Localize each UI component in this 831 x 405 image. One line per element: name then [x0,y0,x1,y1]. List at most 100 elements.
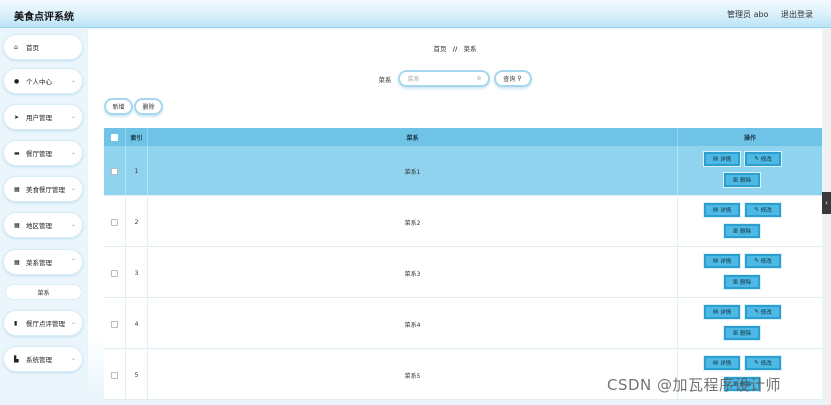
sidebar-item-label: 美食餐厅管理 [26,186,65,194]
trash-icon: ▥ [732,177,739,183]
edit-button[interactable]: ✎ 修改 [745,356,781,370]
sidebar-item-system-management[interactable]: ▙ 系统管理 ⌄ [3,346,83,372]
row-checkbox[interactable] [111,320,118,328]
document-icon: ▤ [712,258,719,264]
table-row[interactable]: 2 菜系2 ▤ 详情 ✎ 修改 ▥ 删除 [104,197,822,247]
detail-label: 详情 [720,259,732,265]
delete-label: 删除 [740,331,752,337]
vertical-scrollbar[interactable] [824,29,831,405]
grid-icon: ▦ [14,258,20,266]
query-button[interactable]: 查询 ⚲ [493,70,532,87]
search-placeholder: 菜系 [407,76,420,83]
add-label: 新增 [112,104,125,111]
query-label: 查询 [503,76,516,83]
chevron-down-icon: ⌄ [70,77,76,84]
home-icon: ⌂ [14,43,18,51]
sidebar-item-cuisine-management[interactable]: ▦ 菜系管理 ⌃ [3,249,83,275]
header-actions: 操作 [743,134,756,142]
row-checkbox[interactable] [111,371,118,379]
pencil-icon: ✎ [754,360,759,366]
trash-icon: ▥ [732,228,739,234]
delete-button[interactable]: ▥ 删除 [724,326,760,340]
header-index: 索引 [126,128,148,146]
clear-icon[interactable]: ⊗ [476,75,481,82]
detail-button[interactable]: ▤ 详情 [704,254,740,268]
sidebar-item-label: 菜系管理 [26,259,52,267]
detail-button[interactable]: ▤ 详情 [704,305,740,319]
search-row: 菜系 菜系 ⊗ 查询 ⚲ [88,70,822,87]
search-input[interactable]: 菜系 ⊗ [397,70,490,87]
detail-button[interactable]: ▤ 详情 [704,356,740,370]
table-row[interactable]: 1 菜系1 ▤ 详情 ✎ 修改 ▥ 删除 [104,146,822,196]
edit-button[interactable]: ✎ 修改 [745,152,781,166]
delete-button[interactable]: ▥ 删除 [724,173,760,187]
table-row[interactable]: 4 菜系4 ▤ 详情 ✎ 修改 ▥ 删除 [104,299,822,349]
row-index: 4 [126,299,148,349]
row-select-cell [104,146,126,196]
edit-button[interactable]: ✎ 修改 [745,305,781,319]
add-button[interactable]: 新增 [104,98,133,115]
sidebar-item-home[interactable]: ⌂ 首页 [3,34,83,60]
pencil-icon: ✎ [754,309,759,315]
edit-label: 修改 [760,157,772,163]
row-name: 菜系1 [148,146,678,196]
pencil-icon: ✎ [754,207,759,213]
row-checkbox[interactable] [111,269,118,277]
row-index: 1 [126,146,148,196]
chevron-down-icon: ⌄ [70,113,76,120]
detail-button[interactable]: ▤ 详情 [704,152,740,166]
sidebar-item-user-management[interactable]: ➤ 用户管理 ⌄ [3,104,83,130]
delete-label: 删除 [740,229,752,235]
sidebar-item-personal-center[interactable]: ● 个人中心 ⌄ [3,68,83,94]
sidebar: ⌂ 首页 ● 个人中心 ⌄ ➤ 用户管理 ⌄ ▬ 餐厅管理 ⌄ ▦ 美食餐厅管理… [0,29,86,405]
breadcrumb-home[interactable]: 首页 [434,45,447,53]
search-icon: ⚲ [517,75,522,82]
sidebar-item-label: 餐厅管理 [26,150,52,158]
row-checkbox[interactable] [111,167,118,175]
row-name: 菜系2 [148,197,678,247]
breadcrumb-separator: // [452,45,458,53]
detail-label: 详情 [720,361,732,367]
row-name: 菜系4 [148,299,678,349]
pencil-icon: ✎ [754,156,759,162]
delete-button[interactable]: ▥ 删除 [724,224,760,238]
chevron-down-icon: ⌄ [70,355,76,362]
logout-link[interactable]: 退出登录 [781,10,813,19]
select-all-checkbox[interactable] [111,133,118,141]
user-icon: ● [14,77,20,85]
edit-button[interactable]: ✎ 修改 [745,203,781,217]
sidebar-subitem-cuisine[interactable]: 菜系 [5,284,82,300]
collapse-handle[interactable]: ‹ [822,192,831,214]
pencil-icon: ✎ [754,258,759,264]
row-checkbox[interactable] [111,218,118,226]
top-bar: 美食点评系统 管理员 abo 退出登录 [0,0,831,28]
sidebar-item-review-management[interactable]: ▮ 餐厅点评管理 ⌄ [3,310,83,336]
detail-button[interactable]: ▤ 详情 [704,203,740,217]
batch-delete-button[interactable]: 删除 [134,98,163,115]
delete-button[interactable]: ▥ 删除 [724,275,760,289]
row-name: 菜系3 [148,248,678,298]
select-all-cell [104,128,126,146]
breadcrumb: 首页 // 菜系 [88,43,822,53]
sidebar-item-food-restaurant-management[interactable]: ▦ 美食餐厅管理 ⌄ [3,176,83,202]
grid-icon: ▦ [14,185,20,193]
grid-icon: ▦ [14,221,20,229]
sidebar-item-restaurant-management[interactable]: ▬ 餐厅管理 ⌄ [3,140,83,166]
sidebar-item-label: 个人中心 [26,78,52,86]
row-select-cell [104,350,126,400]
row-index: 3 [126,248,148,298]
card-icon: ▬ [14,149,20,157]
chevron-left-icon: ‹ [825,199,828,207]
sidebar-item-region-management[interactable]: ▦ 地区管理 ⌄ [3,212,83,238]
table-header: 索引 菜系 操作 [104,128,822,146]
edit-button[interactable]: ✎ 修改 [745,254,781,268]
row-select-cell [104,299,126,349]
batch-delete-label: 删除 [142,104,155,111]
trash-icon: ▥ [732,330,739,336]
watermark: CSDN @加瓦程序设计师 [607,376,782,394]
sidebar-item-label: 用户管理 [26,114,52,122]
search-label: 菜系 [378,75,392,84]
table-row[interactable]: 3 菜系3 ▤ 详情 ✎ 修改 ▥ 删除 [104,248,822,298]
detail-label: 详情 [720,208,732,214]
user-area: 管理员 abo 退出登录 [717,9,813,20]
